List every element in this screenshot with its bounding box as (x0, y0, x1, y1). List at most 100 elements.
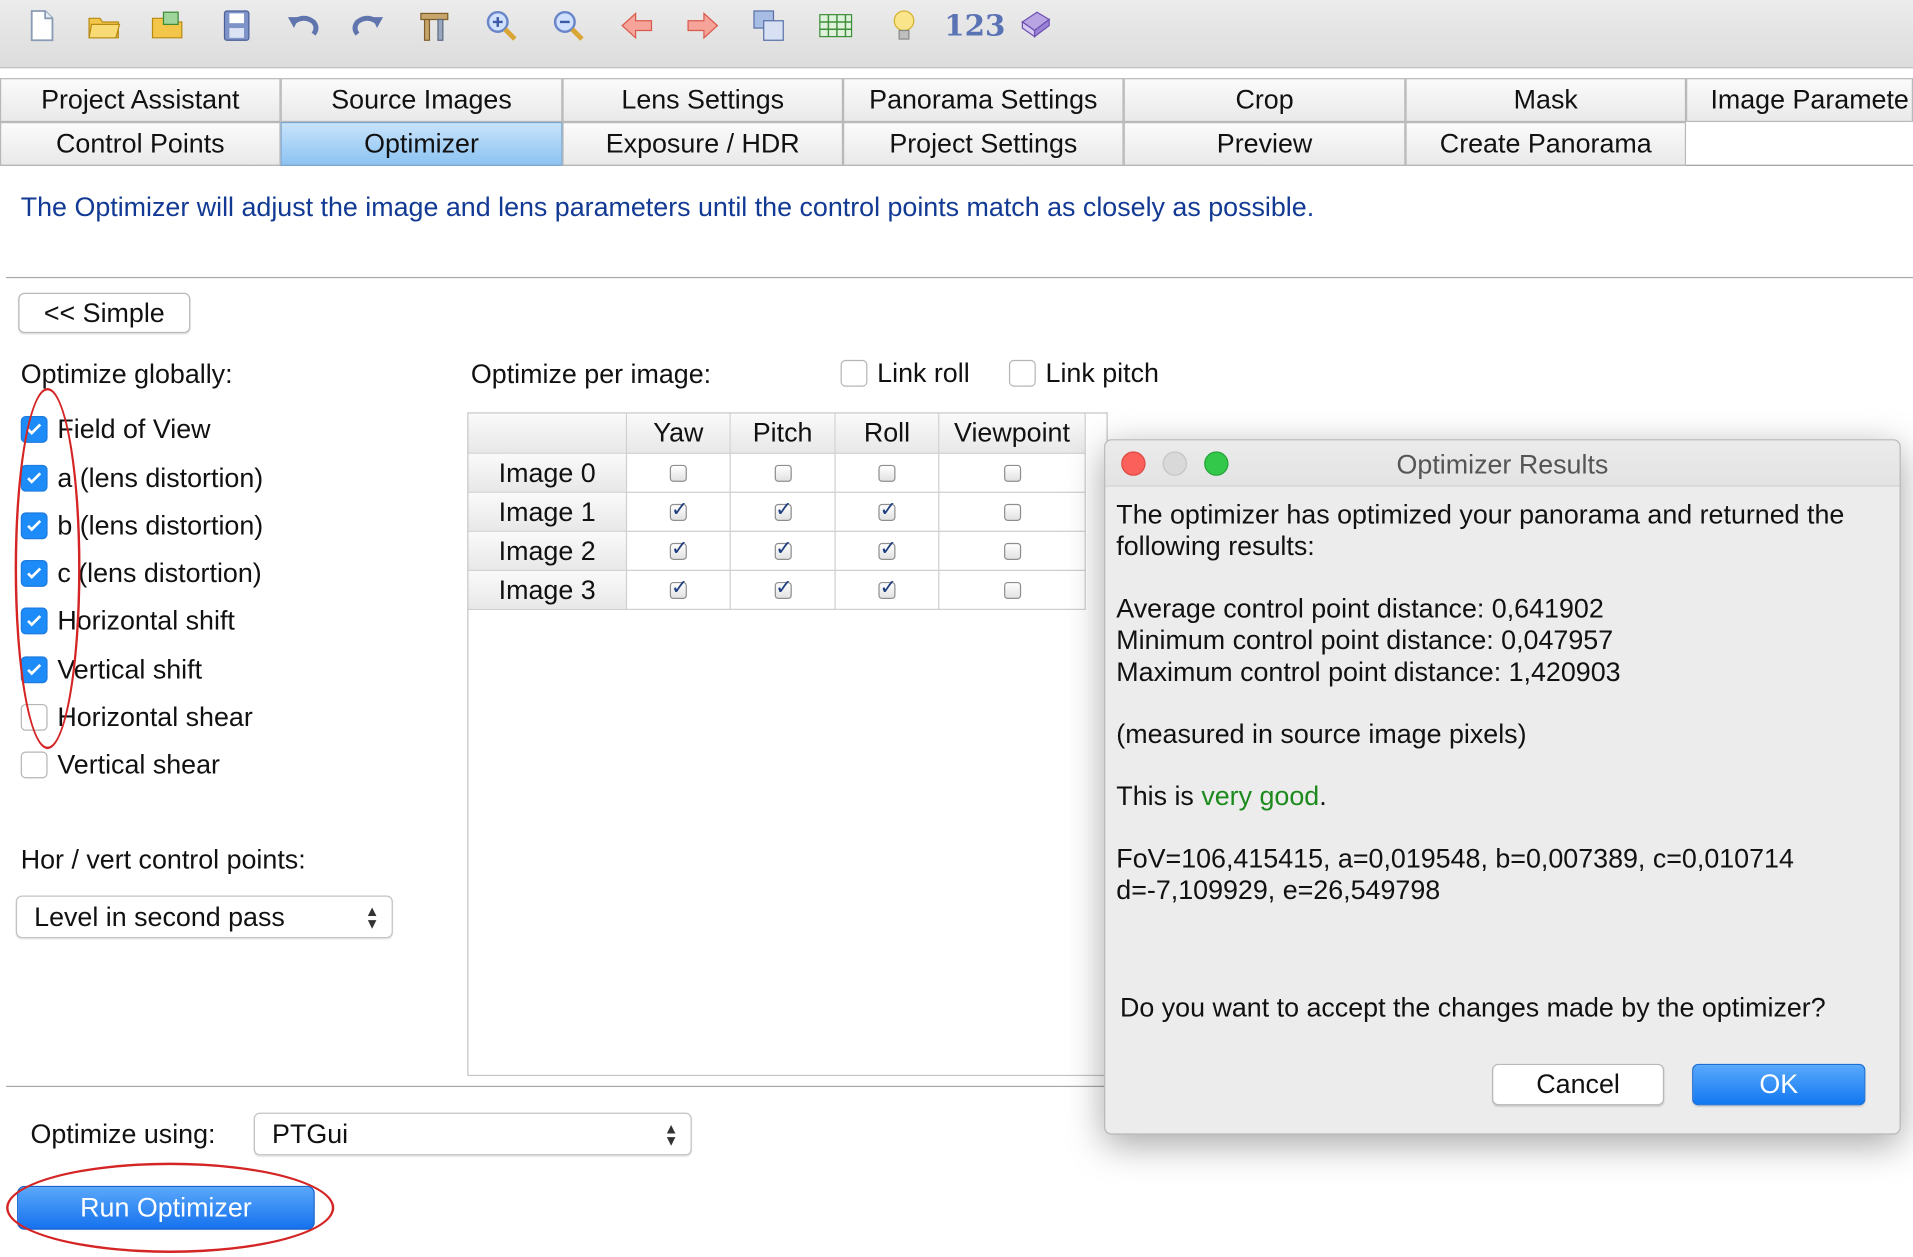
intro-text: The Optimizer will adjust the image and … (20, 191, 1315, 223)
checkbox-label: b (lens distortion) (57, 509, 264, 541)
updown-chevron-icon: ▲ ▼ (663, 1119, 679, 1149)
tab-project-settings[interactable]: Project Settings (843, 122, 1124, 166)
dialog-titlebar: Optimizer Results (1105, 440, 1900, 487)
checkbox[interactable] (774, 575, 793, 600)
lightbulb-icon[interactable] (883, 5, 924, 46)
checkbox-label: Vertical shift (57, 653, 203, 685)
grid-cell[interactable] (835, 531, 940, 571)
new-file-icon[interactable] (21, 5, 62, 46)
zoom-in-icon[interactable] (481, 5, 522, 46)
checkbox[interactable] (20, 751, 48, 779)
tab-create-panorama[interactable]: Create Panorama (1405, 122, 1687, 166)
checkbox-label: c (lens distortion) (57, 557, 262, 589)
select-value: Level in second pass (34, 900, 285, 932)
grid-cell[interactable] (835, 570, 940, 610)
checkbox[interactable] (1008, 359, 1036, 387)
undo-icon[interactable] (282, 5, 323, 46)
grid-cell[interactable] (730, 453, 836, 493)
checkbox[interactable] (774, 497, 793, 522)
checkbox[interactable] (1003, 503, 1021, 521)
back-arrow-icon[interactable] (616, 5, 657, 46)
grid-cell[interactable] (939, 570, 1086, 610)
grid-cell[interactable] (730, 492, 836, 532)
grid-corner (468, 413, 628, 454)
average-distance-text: Average control point distance: 0,641902 (1116, 592, 1604, 624)
grid-cell[interactable] (939, 531, 1086, 571)
row-header-image-3: Image 3 (468, 570, 628, 610)
table-icon[interactable] (815, 5, 856, 46)
tab-image-parameters[interactable]: Image Paramete (1686, 78, 1913, 122)
tab-bar: Project Assistant Source Images Lens Set… (0, 78, 1913, 166)
grid-cell[interactable] (730, 531, 836, 571)
optimize-using-select[interactable]: PTGui ▲ ▼ (253, 1112, 692, 1156)
checkbox[interactable] (1003, 464, 1021, 482)
link-roll-checkbox[interactable]: Link roll (840, 356, 970, 390)
optimize-globally-heading: Optimize globally: (20, 358, 233, 390)
checkbox[interactable] (669, 464, 687, 482)
checkbox[interactable] (878, 575, 897, 600)
cancel-button[interactable]: Cancel (1492, 1063, 1665, 1106)
maximum-distance-text: Maximum control point distance: 1,420903 (1116, 656, 1621, 687)
tab-optimizer[interactable]: Optimizer (280, 122, 563, 166)
tab-control-points[interactable]: Control Points (0, 122, 281, 166)
column-header-roll: Roll (835, 413, 940, 454)
grid-cell[interactable] (627, 531, 731, 571)
tab-mask[interactable]: Mask (1405, 78, 1687, 122)
checkbox[interactable] (840, 359, 868, 387)
checkbox-vertical-shear[interactable]: Vertical shear (20, 748, 220, 782)
simple-button[interactable]: << Simple (18, 292, 191, 334)
toolbar: 123 (0, 0, 1913, 69)
checkbox[interactable] (669, 536, 688, 561)
tab-preview[interactable]: Preview (1123, 122, 1406, 166)
checkbox-label: Vertical shear (57, 749, 220, 780)
tab-panorama-settings[interactable]: Panorama Settings (843, 78, 1124, 122)
per-image-grid: Yaw Pitch Roll Viewpoint Image 0 Image 1… (467, 412, 1108, 1077)
dialog-title: Optimizer Results (1396, 448, 1609, 480)
ok-button[interactable]: OK (1692, 1063, 1866, 1106)
checkbox[interactable] (878, 497, 897, 522)
quality-prefix: This is (1116, 780, 1202, 812)
checkbox[interactable] (1003, 581, 1021, 599)
checkbox[interactable] (669, 497, 688, 522)
checkbox[interactable] (1003, 542, 1021, 560)
checkbox[interactable] (774, 536, 793, 561)
grid-cell[interactable] (627, 453, 731, 493)
checkbox-label: Horizontal shift (57, 605, 235, 636)
redo-icon[interactable] (348, 5, 389, 46)
checkbox-label: a (lens distortion) (57, 462, 264, 493)
hor-vert-select[interactable]: Level in second pass ▲ ▼ (15, 895, 393, 939)
annotation-ellipse-run-button (6, 1162, 335, 1253)
tab-crop[interactable]: Crop (1123, 78, 1406, 122)
checkbox[interactable] (878, 536, 897, 561)
grid-cell[interactable] (627, 492, 731, 532)
grid-cell[interactable] (835, 453, 940, 493)
grid-cell[interactable] (939, 453, 1086, 493)
book-icon[interactable] (1015, 5, 1056, 46)
open-folder-icon[interactable] (83, 5, 124, 46)
forward-arrow-icon[interactable] (682, 5, 723, 46)
minimum-distance-text: Minimum control point distance: 0,047957 (1116, 624, 1614, 656)
open-images-icon[interactable] (146, 5, 187, 46)
checkbox[interactable] (669, 575, 688, 600)
tools-icon[interactable] (414, 5, 455, 46)
dialog-message-line1: The optimizer has optimized your panoram… (1116, 498, 1845, 530)
link-pitch-checkbox[interactable]: Link pitch (1008, 356, 1159, 390)
params-line2: d=-7,109929, e=26,549798 (1116, 874, 1441, 906)
save-icon[interactable] (216, 5, 257, 46)
grid-cell[interactable] (939, 492, 1086, 532)
numbers-icon[interactable]: 123 (944, 7, 1005, 42)
tab-source-images[interactable]: Source Images (280, 78, 563, 122)
zoom-out-icon[interactable] (548, 5, 589, 46)
panorama-icon[interactable] (748, 5, 789, 46)
row-header-image-1: Image 1 (468, 492, 628, 532)
checkbox[interactable] (878, 464, 896, 482)
app-window: 123 Project Assistant Source Images Lens… (0, 0, 1913, 1257)
grid-cell[interactable] (835, 492, 940, 532)
tab-exposure-hdr[interactable]: Exposure / HDR (562, 122, 844, 166)
row-header-image-2: Image 2 (468, 531, 628, 571)
grid-cell[interactable] (627, 570, 731, 610)
tab-lens-settings[interactable]: Lens Settings (562, 78, 844, 122)
tab-project-assistant[interactable]: Project Assistant (0, 78, 281, 122)
checkbox[interactable] (774, 464, 792, 482)
grid-cell[interactable] (730, 570, 836, 610)
